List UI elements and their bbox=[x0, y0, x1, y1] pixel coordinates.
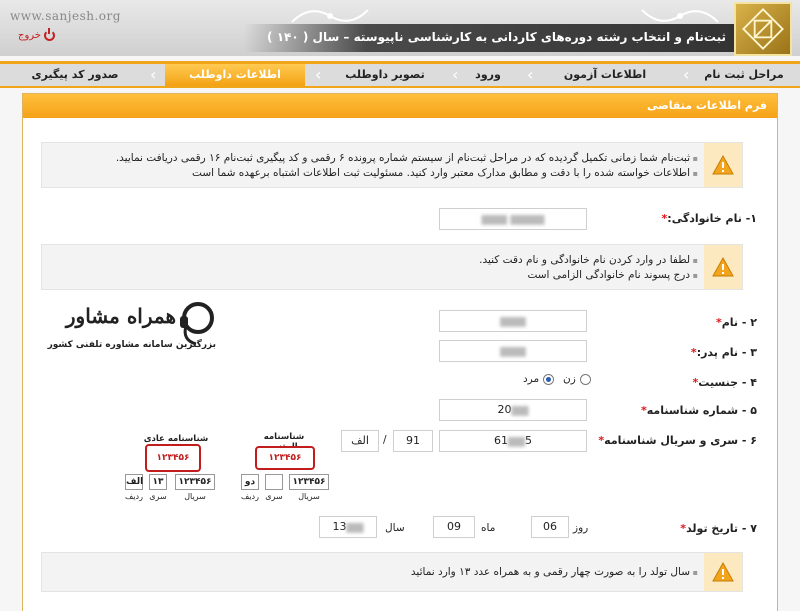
nav-item-tracking-code[interactable]: صدور کد پیگیری bbox=[10, 64, 140, 86]
duplicate-letter-box: دو bbox=[241, 474, 259, 490]
day-label: روز bbox=[573, 522, 589, 534]
nav-item-login[interactable]: ورود bbox=[458, 64, 518, 86]
header: www.sanjesh.org خروج ثبت‌نام و انتخاب رش… bbox=[0, 0, 800, 56]
first-name-label: ۲ - نام* bbox=[715, 316, 757, 329]
sanjesh-logo-icon bbox=[734, 2, 792, 56]
id-number-label: ۵ - شماره شناسنامه* bbox=[640, 404, 757, 417]
duplicate-series-box bbox=[265, 474, 283, 490]
nav-item-photo[interactable]: تصویر داوطلب bbox=[330, 64, 440, 86]
last-name-label: ۱- نام خانوادگی:* bbox=[661, 212, 757, 225]
caption-series: سری bbox=[265, 492, 283, 501]
note-line: ثبت‌نام شما زمانی تکمیل گردیده که در مرا… bbox=[50, 151, 698, 166]
serial-letter-select[interactable]: الف bbox=[341, 430, 379, 452]
nav-item-steps[interactable]: مراحل ثبت نام bbox=[690, 64, 798, 86]
note-line: درج پسوند نام خانوادگی الزامی است bbox=[50, 268, 698, 283]
normal-id-red-stamp: ۱۲۳۴۵۶ bbox=[145, 444, 201, 472]
note-line: لطفا در وارد کردن نام خانوادگی و نام دقت… bbox=[50, 253, 698, 268]
exit-label[interactable]: خروج bbox=[18, 30, 41, 41]
chevron-icon: ‹ bbox=[452, 65, 459, 84]
serial-number-input[interactable]: 61▆▆5 bbox=[439, 430, 587, 452]
gender-female-label: زن bbox=[563, 373, 576, 385]
month-input[interactable]: 09 bbox=[433, 516, 475, 538]
nav-item-applicant-info[interactable]: اطلاعات داوطلب bbox=[165, 64, 305, 86]
id-number-input[interactable]: 20▆▆ bbox=[439, 399, 587, 421]
chevron-icon: ‹ bbox=[315, 65, 322, 84]
site-url: www.sanjesh.org bbox=[10, 9, 121, 23]
warning-icon bbox=[704, 245, 742, 289]
chevron-icon: ‹ bbox=[150, 65, 157, 84]
duplicate-id-red-stamp: ۱۲۳۴۵۶ bbox=[255, 446, 315, 470]
first-name-input[interactable]: ▆▆▆ bbox=[439, 310, 587, 332]
exit-link[interactable]: خروج bbox=[18, 28, 55, 41]
gender-radio-female[interactable]: زن bbox=[563, 373, 591, 385]
gender-male-label: مرد bbox=[523, 373, 540, 385]
info-note: ثبت‌نام شما زمانی تکمیل گردیده که در مرا… bbox=[41, 142, 743, 188]
warning-icon bbox=[704, 143, 742, 187]
normal-letter-box: الف bbox=[125, 474, 143, 490]
caption-serial: سریال bbox=[298, 492, 320, 501]
step-navigation: مراحل ثبت نام ‹ اطلاعات آزمون ‹ ورود ‹ ت… bbox=[0, 61, 800, 88]
father-name-label: ۳ - نام پدر:* bbox=[690, 346, 757, 359]
year-label: سال bbox=[385, 522, 405, 534]
note-line: اطلاعات خواسته شده را با دقت و مطابق مدا… bbox=[50, 166, 698, 181]
day-input[interactable]: 06 bbox=[531, 516, 569, 538]
caption-row: ردیف bbox=[241, 492, 259, 501]
gender-radio-male[interactable]: مرد bbox=[523, 373, 555, 385]
gender-label: ۴ - جنسیت* bbox=[692, 376, 757, 389]
slash-separator: / bbox=[383, 434, 387, 446]
normal-id-title: شناسنامه عادی bbox=[143, 434, 209, 444]
birth-date-label: ۷ - تاریخ تولد* bbox=[680, 522, 757, 535]
title-band: ثبت‌نام و انتخاب رشته دوره‌های کاردانی ب… bbox=[244, 24, 734, 52]
normal-serial-box: ۱۲۳۴۵۶ bbox=[175, 474, 215, 490]
warning-icon bbox=[704, 553, 742, 591]
duplicate-serial-box: ۱۲۳۴۵۶ bbox=[289, 474, 329, 490]
watermark-subtitle: بزرگترین سامانه مشاوره تلفنی کشور bbox=[47, 340, 216, 350]
father-name-input[interactable]: ▆▆▆ bbox=[439, 340, 587, 362]
caption-series: سری bbox=[149, 492, 167, 501]
birth-year-note: سال تولد را به صورت چهار رقمی و به همراه… bbox=[41, 552, 743, 592]
normal-series-box: ۱۳ bbox=[149, 474, 167, 490]
chevron-icon: ‹ bbox=[527, 65, 534, 84]
radio-selected-icon[interactable] bbox=[543, 373, 555, 385]
panel-title: فرم اطلاعات متقاضی bbox=[23, 94, 777, 118]
watermark-title: همراه مشاور bbox=[65, 304, 176, 328]
caption-serial: سریال bbox=[184, 492, 206, 501]
serial-series-input[interactable]: 91 bbox=[393, 430, 433, 452]
nav-item-exam-info[interactable]: اطلاعات آزمون bbox=[540, 64, 670, 86]
month-label: ماه bbox=[481, 522, 496, 534]
serial-label: ۶ - سری و سریال شناسنامه* bbox=[598, 434, 757, 447]
watermark-logo: همراه مشاور بزرگترین سامانه مشاوره تلفنی… bbox=[40, 300, 220, 360]
note-line: سال تولد را به صورت چهار رقمی و به همراه… bbox=[50, 565, 698, 580]
last-name-input[interactable]: ▆▆▆ ▆▆▆▆ bbox=[439, 208, 587, 230]
power-icon[interactable] bbox=[43, 28, 55, 41]
chevron-icon: ‹ bbox=[683, 65, 690, 84]
name-hint-note: لطفا در وارد کردن نام خانوادگی و نام دقت… bbox=[41, 244, 743, 290]
year-input[interactable]: 13▆▆ bbox=[319, 516, 377, 538]
radio-icon[interactable] bbox=[579, 373, 591, 385]
page-title: ثبت‌نام و انتخاب رشته دوره‌های کاردانی ب… bbox=[267, 30, 726, 44]
caption-row: ردیف bbox=[125, 492, 143, 501]
